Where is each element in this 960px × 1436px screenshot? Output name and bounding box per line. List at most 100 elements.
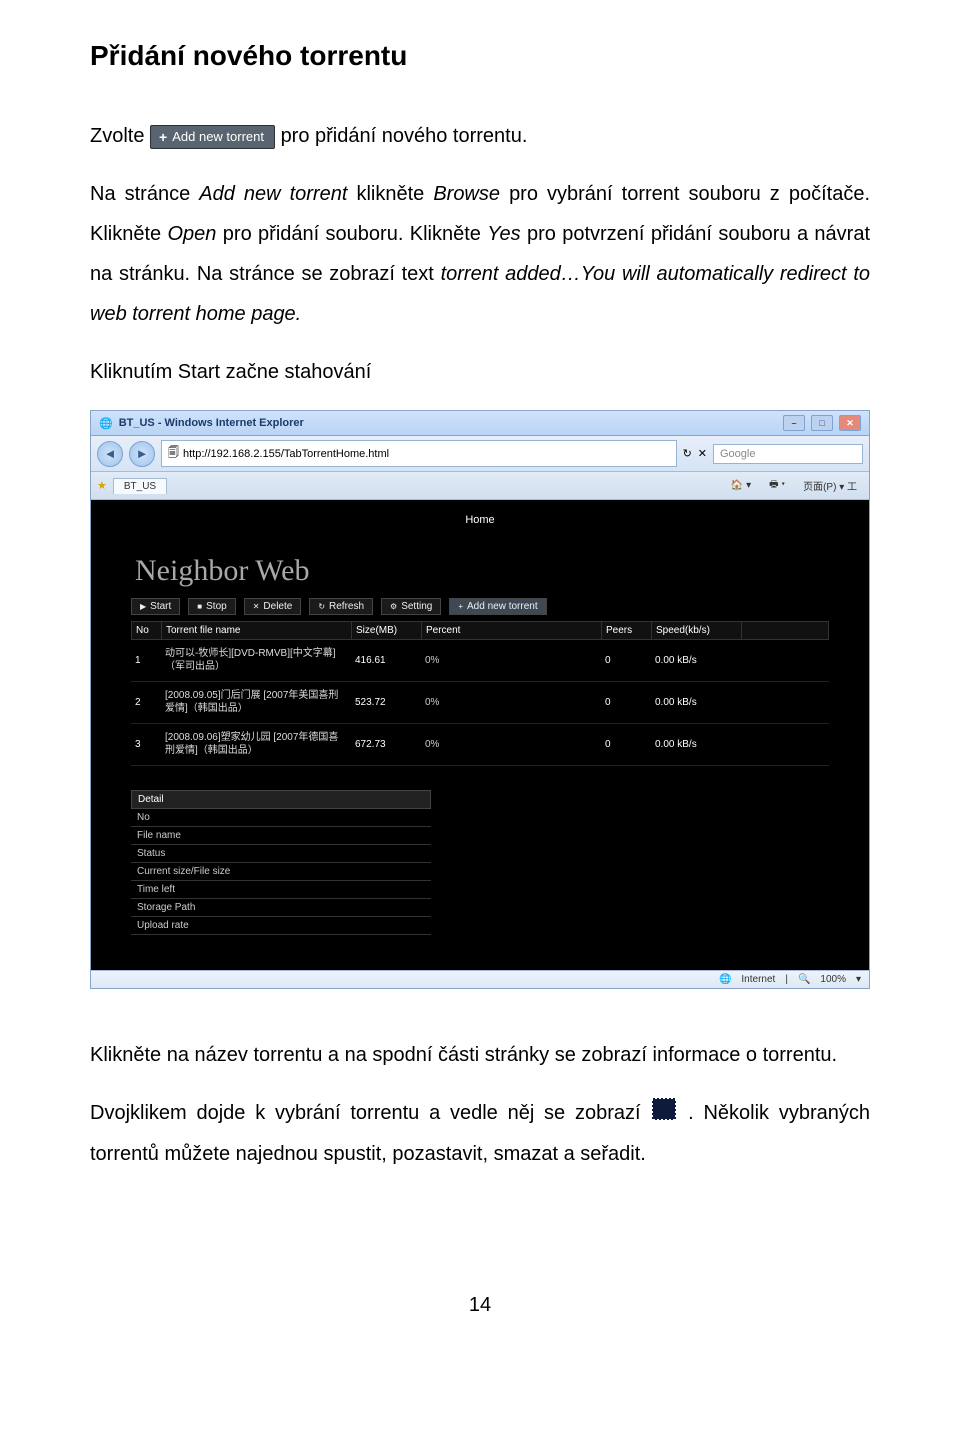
search-box[interactable]: Google bbox=[713, 444, 863, 464]
refresh-icon: ↻ bbox=[318, 602, 325, 611]
cell-percent: 0% bbox=[421, 653, 601, 668]
cell-no: 3 bbox=[131, 737, 161, 752]
cell-peers: 0 bbox=[601, 695, 651, 710]
url-text: http://192.168.2.155/TabTorrentHome.html bbox=[183, 448, 389, 460]
page-heading: Přidání nového torrentu bbox=[90, 40, 870, 72]
ie-navbar: ◄ ► 🗐 http://192.168.2.155/TabTorrentHom… bbox=[91, 436, 869, 472]
window-title: BT_US - Windows Internet Explorer bbox=[119, 417, 304, 429]
delete-button[interactable]: ✕Delete bbox=[244, 598, 302, 615]
ie-window: 🌐 BT_US - Windows Internet Explorer – □ … bbox=[90, 410, 870, 989]
cell-no: 2 bbox=[131, 695, 161, 710]
zoom-dropdown-icon[interactable]: ▾ bbox=[856, 974, 861, 985]
text-italic: Yes bbox=[487, 223, 520, 245]
detail-row: Upload rate bbox=[131, 917, 431, 935]
page-icon: 🗐 bbox=[168, 444, 179, 463]
ie-tab-strip: ★ BT_US 🏠 ▾ 🖶 ▾ 页面(P) ▾ 工 bbox=[91, 472, 869, 500]
back-button[interactable]: ◄ bbox=[97, 441, 123, 467]
stop-button[interactable]: ■ Stop bbox=[188, 598, 235, 615]
add-new-torrent-button-inline: + Add new torrent bbox=[150, 125, 275, 149]
play-icon: ▶ bbox=[140, 602, 146, 611]
cell-peers: 0 bbox=[601, 737, 651, 752]
refresh-icon[interactable]: ↻ bbox=[683, 447, 692, 460]
label: Stop bbox=[206, 601, 227, 612]
add-new-torrent-button[interactable]: + Add new torrent bbox=[449, 598, 546, 615]
divider: | bbox=[785, 974, 788, 985]
cell-name: 动可以-牧师长][DVD-RMVB][中文字幕]（军司出品） bbox=[161, 646, 351, 675]
zoom-level[interactable]: 100% bbox=[820, 974, 846, 985]
minimize-button[interactable]: – bbox=[783, 415, 805, 431]
start-button[interactable]: ▶ Start bbox=[131, 598, 180, 615]
cell-size: 523.72 bbox=[351, 695, 421, 710]
tab-label: BT_US bbox=[124, 481, 156, 492]
text-italic: Add new torrent bbox=[199, 183, 347, 205]
app-title: Neighbor Web bbox=[135, 554, 829, 588]
label: Start bbox=[150, 601, 171, 612]
detail-row: No bbox=[131, 809, 431, 827]
text: Dvojklikem dojde k vybrání torrentu a ve… bbox=[90, 1102, 650, 1124]
address-bar[interactable]: 🗐 http://192.168.2.155/TabTorrentHome.ht… bbox=[161, 440, 677, 467]
page-content: Home Neighbor Web ▶ Start ■ Stop ✕Delete ↻… bbox=[91, 500, 869, 970]
browser-tab[interactable]: BT_US bbox=[113, 478, 167, 494]
stop-icon[interactable]: ✕ bbox=[698, 447, 707, 460]
paragraph-3: Kliknutím Start začne stahování bbox=[90, 352, 870, 392]
maximize-button[interactable]: □ bbox=[811, 415, 833, 431]
print-icon[interactable]: 🖶 ▾ bbox=[763, 475, 791, 496]
text-italic: Open bbox=[168, 223, 217, 245]
cell-percent: 0% bbox=[421, 737, 601, 752]
text: Zvolte bbox=[90, 125, 150, 147]
label: Refresh bbox=[329, 601, 364, 612]
favorites-icon[interactable]: ★ bbox=[97, 479, 107, 492]
table-row[interactable]: 2 [2008.09.05]门后门展 [2007年美国喜刑爱情]（韩国出品） 5… bbox=[131, 682, 829, 724]
page-menu[interactable]: 页面(P) ▾ 工 bbox=[797, 476, 863, 495]
ie-titlebar: 🌐 BT_US - Windows Internet Explorer – □ … bbox=[91, 411, 869, 436]
screenshot-container: 🌐 BT_US - Windows Internet Explorer – □ … bbox=[90, 410, 870, 989]
cell-name: [2008.09.05]门后门展 [2007年美国喜刑爱情]（韩国出品） bbox=[161, 688, 351, 717]
detail-panel: Detail No File name Status Current size/… bbox=[131, 790, 431, 935]
table-row[interactable]: 3 [2008.09.06]塑家幼儿园 [2007年德国喜刑爱情]（韩国出品） … bbox=[131, 724, 829, 766]
cell-name: [2008.09.06]塑家幼儿园 [2007年德国喜刑爱情]（韩国出品） bbox=[161, 730, 351, 759]
col-name: Torrent file name bbox=[162, 622, 352, 639]
paragraph-2: Na stránce Add new torrent klikněte Brow… bbox=[90, 174, 870, 334]
label: Setting bbox=[401, 601, 432, 612]
paragraph-1: Zvolte + Add new torrent pro přidání nov… bbox=[90, 116, 870, 156]
table-row[interactable]: 1 动可以-牧师长][DVD-RMVB][中文字幕]（军司出品） 416.61 … bbox=[131, 640, 829, 682]
ie-statusbar: 🌐 Internet | 🔍 100% ▾ bbox=[91, 970, 869, 988]
setting-button[interactable]: ⚙ Setting bbox=[381, 598, 441, 615]
cell-speed: 0.00 kB/s bbox=[651, 653, 741, 668]
internet-zone-icon: 🌐 bbox=[719, 974, 731, 985]
cell-speed: 0.00 kB/s bbox=[651, 695, 741, 710]
col-no: No bbox=[132, 622, 162, 639]
home-link[interactable]: Home bbox=[131, 514, 829, 526]
text: pro přidání nového torrentu. bbox=[281, 125, 528, 147]
cell-size: 416.61 bbox=[351, 653, 421, 668]
text: Na stránce bbox=[90, 183, 199, 205]
text: klikněte bbox=[356, 183, 433, 205]
cell-speed: 0.00 kB/s bbox=[651, 737, 741, 752]
col-size: Size(MB) bbox=[352, 622, 422, 639]
forward-button[interactable]: ► bbox=[129, 441, 155, 467]
cell-size: 672.73 bbox=[351, 737, 421, 752]
col-percent: Percent bbox=[422, 622, 602, 639]
close-button[interactable]: ✕ bbox=[839, 415, 861, 431]
table-header: No Torrent file name Size(MB) Percent Pe… bbox=[131, 621, 829, 640]
home-icon[interactable]: 🏠 ▾ bbox=[725, 478, 757, 493]
paragraph-4: Klikněte na název torrentu a na spodní č… bbox=[90, 1035, 870, 1075]
detail-row: Current size/File size bbox=[131, 863, 431, 881]
cell-no: 1 bbox=[131, 653, 161, 668]
text-italic: Browse bbox=[433, 183, 500, 205]
cell-peers: 0 bbox=[601, 653, 651, 668]
refresh-button[interactable]: ↻ Refresh bbox=[309, 598, 373, 615]
zoom-icon[interactable]: 🔍 bbox=[798, 974, 810, 985]
col-speed: Speed(kb/s) bbox=[652, 622, 742, 639]
gear-icon: ⚙ bbox=[390, 602, 397, 611]
torrent-toolbar: ▶ Start ■ Stop ✕Delete ↻ Refresh ⚙ Setting +… bbox=[131, 598, 829, 615]
label: Add new torrent bbox=[467, 601, 538, 612]
selection-marker-icon bbox=[652, 1094, 676, 1134]
delete-icon: ✕ bbox=[253, 602, 260, 611]
stop-icon: ■ bbox=[197, 602, 202, 611]
cell-percent: 0% bbox=[421, 695, 601, 710]
detail-header: Detail bbox=[131, 790, 431, 809]
ie-logo-icon: 🌐 bbox=[99, 417, 113, 430]
page-number: 14 bbox=[90, 1294, 870, 1317]
plus-icon: + bbox=[458, 602, 463, 611]
